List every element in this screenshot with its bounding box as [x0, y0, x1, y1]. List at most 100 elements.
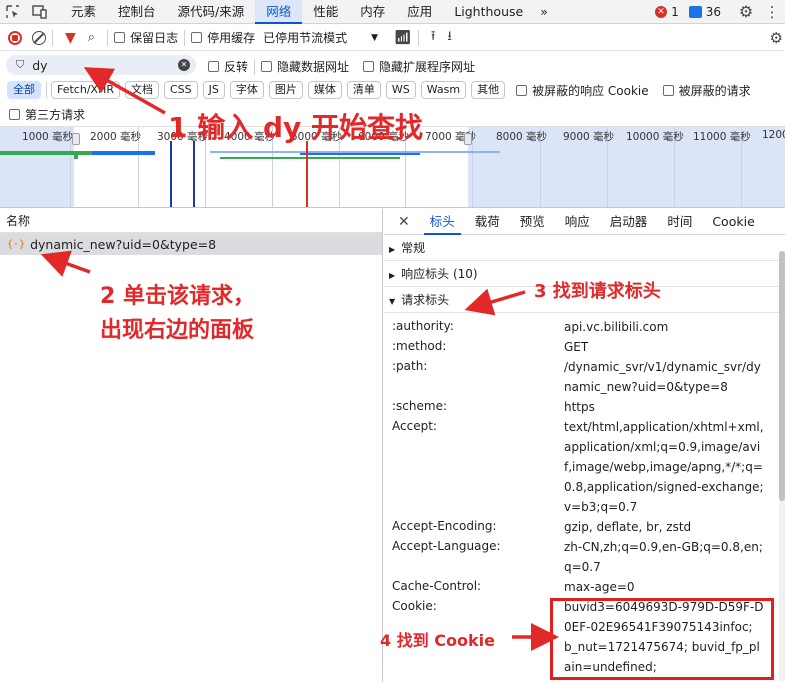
name-column-header[interactable]: 名称 [0, 209, 382, 233]
dom-content-loaded-marker [170, 141, 172, 207]
annotation-step-3: 3 找到请求标头 [534, 281, 661, 302]
tab-timing[interactable]: 时间 [657, 209, 702, 235]
settings-gear-icon[interactable]: ⚙ [733, 0, 759, 24]
preserve-log-label: 保留日志 [130, 31, 179, 45]
device-toolbar-icon[interactable] [26, 0, 52, 24]
header-value: api.vc.bilibili.com [564, 320, 669, 334]
request-headers-label: 请求标头 [401, 293, 450, 307]
chip-img[interactable]: 图片 [268, 81, 303, 99]
header-name: :path: [392, 359, 428, 373]
tab-application[interactable]: 应用 [396, 0, 443, 24]
overview-tick: 8000 毫秒 [496, 131, 548, 143]
header-value: /dynamic_svr/v1/dynamic_svr/dynamic_new?… [564, 360, 761, 394]
blocked-cookies-label: 被屏蔽的响应 Cookie [532, 83, 649, 98]
devtools-tabbar: 元素 控制台 源代码/来源 网络 性能 内存 应用 Lighthouse » ✕… [0, 0, 785, 24]
close-details-icon[interactable]: ✕ [384, 214, 420, 230]
header-value: zh-CN,zh;q=0.9,en-GB;q=0.8,en;q=0.7 [564, 540, 763, 574]
tab-initiator[interactable]: 启动器 [600, 209, 658, 235]
issues-counter[interactable]: 36 [688, 4, 721, 19]
blocked-requests-label: 被屏蔽的请求 [678, 83, 751, 98]
network-conditions-icon[interactable]: 📶︎ [394, 30, 412, 46]
inspect-element-icon[interactable] [0, 0, 26, 24]
tab-payload[interactable]: 载荷 [465, 209, 510, 235]
chip-js[interactable]: JS [202, 81, 225, 99]
overview-tick: 12000 [762, 129, 785, 141]
chip-all[interactable]: 全部 [7, 81, 41, 99]
search-icon[interactable]: ⌕ [88, 30, 95, 45]
overview-right-handle[interactable] [464, 133, 472, 145]
hide-extension-urls-checkbox[interactable] [363, 61, 375, 72]
record-stop-icon[interactable] [8, 30, 22, 45]
export-har-icon[interactable]: ⭳ [447, 27, 452, 49]
preserve-log-checkbox[interactable] [114, 32, 126, 43]
tab-memory[interactable]: 内存 [349, 0, 396, 24]
chip-fetch-xhr[interactable]: Fetch/XHR [51, 81, 120, 99]
header-name: Accept-Language: [392, 539, 501, 553]
resource-type-filters: 全部 Fetch/XHR 文档 CSS JS 字体 图片 媒体 清单 WS Wa… [0, 79, 785, 101]
overview-left-handle[interactable] [72, 133, 80, 145]
hide-data-urls-checkbox[interactable] [261, 61, 273, 72]
overview-tick: 1000 毫秒 [22, 131, 74, 143]
filter-input[interactable]: ⛉ dy ✕ [6, 55, 196, 75]
tab-console[interactable]: 控制台 [107, 0, 167, 24]
details-scrollbar-thumb[interactable] [779, 251, 785, 501]
tab-performance[interactable]: 性能 [302, 0, 349, 24]
blocked-requests-checkbox[interactable] [662, 84, 674, 96]
header-name: :method: [392, 339, 447, 353]
chip-css[interactable]: CSS [163, 81, 198, 99]
load-marker [193, 141, 195, 207]
overview-tick: 2000 毫秒 [90, 131, 142, 143]
funnel-icon: ⛉ [16, 58, 25, 71]
tab-sources[interactable]: 源代码/来源 [167, 0, 256, 24]
chip-wasm[interactable]: Wasm [420, 81, 467, 99]
general-section-toggle[interactable]: ▶ 常规 [384, 235, 785, 261]
error-icon: ✕ [655, 5, 668, 18]
import-har-icon[interactable]: ⭱ [431, 27, 436, 49]
details-tabs: ✕ 标头 载荷 预览 响应 启动器 时间 Cookie [384, 209, 785, 235]
chip-ws[interactable]: WS [385, 81, 416, 99]
chip-manifest[interactable]: 清单 [346, 81, 381, 99]
clear-icon[interactable] [32, 30, 46, 45]
header-value: https [564, 400, 595, 414]
issues-icon [688, 5, 702, 18]
tab-headers[interactable]: 标头 [420, 209, 465, 235]
tab-elements[interactable]: 元素 [60, 0, 107, 24]
error-counter[interactable]: ✕ 1 [655, 5, 679, 19]
tab-response[interactable]: 响应 [555, 209, 600, 235]
overview-tick: 10000 毫秒 [626, 131, 684, 143]
chip-other[interactable]: 其他 [471, 81, 506, 99]
header-value: max-age=0 [564, 580, 635, 594]
chevron-down-icon[interactable]: ▼ [371, 33, 378, 43]
error-count: 1 [671, 4, 679, 19]
header-name: Accept-Encoding: [392, 519, 497, 533]
tab-preview[interactable]: 预览 [510, 209, 555, 235]
filter-row: ⛉ dy ✕ 反转 隐藏数据网址 隐藏扩展程序网址 [0, 52, 785, 78]
throttle-select[interactable]: 已停用节流模式 [263, 29, 347, 46]
network-settings-gear-icon[interactable]: ⚙ [770, 29, 783, 47]
blocked-cookies-checkbox[interactable] [516, 84, 528, 96]
request-row[interactable]: {·} dynamic_new?uid=0&type=8 [0, 233, 382, 255]
chip-font[interactable]: 字体 [229, 81, 264, 99]
chip-doc[interactable]: 文档 [124, 81, 159, 99]
more-options-icon[interactable]: ⋮ [759, 0, 785, 24]
filter-icon[interactable]: ▼ [65, 30, 76, 46]
response-headers-label: 响应标头 (10) [401, 267, 478, 281]
chip-media[interactable]: 媒体 [307, 81, 342, 99]
tab-cookies[interactable]: Cookie [702, 209, 764, 235]
tab-lighthouse[interactable]: Lighthouse [443, 0, 534, 24]
annotation-step-2-line1: 2 单击该请求， [100, 284, 255, 309]
header-value: gzip, deflate, br, zstd [564, 520, 692, 534]
clear-filter-icon[interactable]: ✕ [178, 59, 190, 71]
annotation-step-1: 1 输入 dy 开始查找 [168, 111, 424, 144]
overview-tick: 9000 毫秒 [563, 131, 615, 143]
hide-data-urls-label: 隐藏数据网址 [277, 60, 350, 74]
issues-count: 36 [705, 4, 721, 19]
tab-network[interactable]: 网络 [255, 0, 303, 24]
disable-cache-checkbox[interactable] [191, 32, 203, 43]
invert-checkbox[interactable] [208, 61, 219, 72]
overview-bar [0, 151, 92, 155]
filter-input-value: dy [32, 57, 48, 73]
triangle-right-icon: ▶ [389, 271, 396, 280]
more-tabs-button[interactable]: » [534, 0, 554, 24]
third-party-checkbox[interactable] [9, 108, 20, 120]
